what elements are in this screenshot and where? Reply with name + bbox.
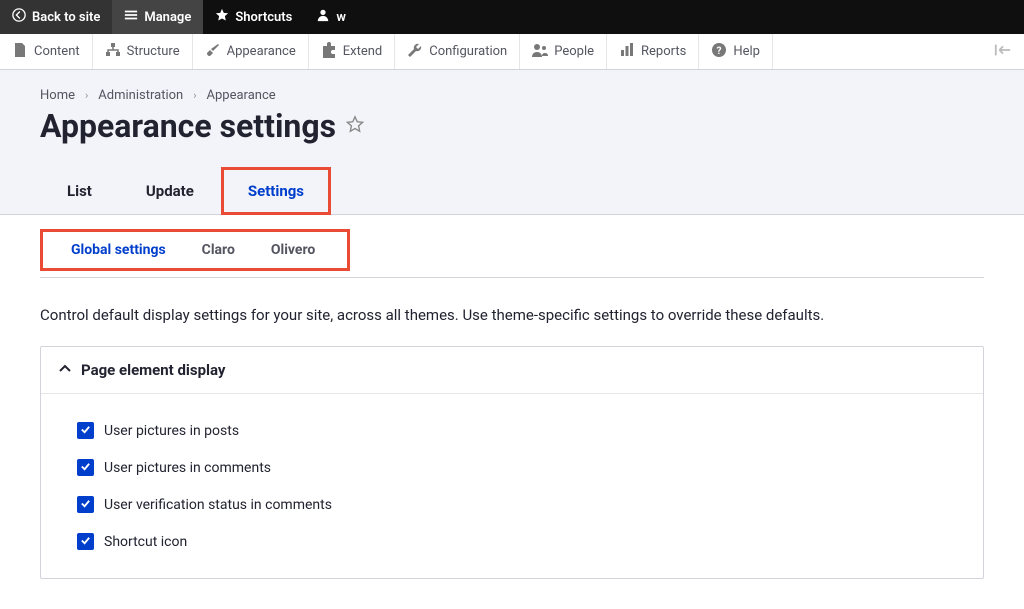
back-to-site-button[interactable]: Back to site [0, 0, 112, 34]
chevron-left-icon [12, 8, 26, 26]
adminbar-label: Extend [343, 44, 383, 59]
adminbar-label: Reports [641, 44, 686, 59]
page-header: Home › Administration › Appearance Appea… [0, 70, 1024, 215]
checkmark-icon [80, 534, 91, 550]
tab-list[interactable]: List [40, 167, 119, 215]
chart-icon [619, 42, 635, 62]
breadcrumb-separator: › [85, 89, 88, 102]
user-menu-button[interactable]: w [304, 0, 358, 34]
checkbox-user-verification[interactable] [77, 496, 94, 513]
user-icon [316, 8, 330, 26]
tab-update[interactable]: Update [119, 167, 221, 215]
check-row: User pictures in comments [77, 449, 965, 486]
back-to-site-label: Back to site [32, 10, 100, 25]
content: Global settings Claro Olivero Control de… [0, 215, 1024, 609]
arrow-left-bar-icon [994, 42, 1012, 62]
adminbar-item-content[interactable]: Content [0, 34, 93, 69]
topbar: Back to site Manage Shortcuts w [0, 0, 1024, 34]
hamburger-icon [124, 8, 138, 26]
toolbar-orientation-toggle[interactable] [988, 34, 1018, 69]
puzzle-icon [321, 42, 337, 62]
adminbar-item-reports[interactable]: Reports [607, 34, 699, 69]
people-icon [532, 42, 548, 62]
shortcuts-button[interactable]: Shortcuts [203, 0, 304, 34]
help-icon: ? [711, 42, 727, 62]
secondary-tabs: Global settings Claro Olivero [40, 229, 350, 271]
manage-button[interactable]: Manage [112, 0, 203, 34]
user-label: w [336, 10, 346, 25]
svg-text:?: ? [717, 46, 722, 57]
check-row: Shortcut icon [77, 523, 965, 560]
checkbox-user-pictures-comments[interactable] [77, 459, 94, 476]
details-body: User pictures in posts User pictures in … [41, 394, 983, 578]
wrench-icon [407, 42, 423, 62]
page-element-display-panel: Page element display User pictures in po… [40, 346, 984, 579]
divider [40, 277, 984, 278]
adminbar-label: People [554, 44, 594, 59]
structure-icon [105, 42, 121, 62]
adminbar-item-appearance[interactable]: Appearance [193, 34, 309, 69]
adminbar-item-configuration[interactable]: Configuration [395, 34, 520, 69]
check-row: User pictures in posts [77, 412, 965, 449]
breadcrumb-separator: › [193, 89, 196, 102]
checkmark-icon [80, 460, 91, 476]
breadcrumb-appearance[interactable]: Appearance [207, 88, 276, 103]
check-label[interactable]: User pictures in comments [104, 460, 271, 476]
star-outline-icon [346, 121, 364, 137]
adminbar-label: Content [34, 44, 80, 59]
subtab-olivero[interactable]: Olivero [253, 238, 333, 262]
checkbox-shortcut-icon[interactable] [77, 533, 94, 550]
check-label[interactable]: User pictures in posts [104, 423, 239, 439]
check-label[interactable]: User verification status in comments [104, 497, 332, 513]
breadcrumb-administration[interactable]: Administration [98, 88, 183, 103]
adminbar: Content Structure Appearance Extend Conf… [0, 34, 1024, 70]
checkmark-icon [80, 423, 91, 439]
adminbar-label: Appearance [227, 44, 296, 59]
checkbox-user-pictures-posts[interactable] [77, 422, 94, 439]
subtab-global-settings[interactable]: Global settings [53, 238, 184, 262]
file-icon [12, 42, 28, 62]
checkmark-icon [80, 497, 91, 513]
adminbar-label: Help [733, 44, 760, 59]
adminbar-item-extend[interactable]: Extend [309, 34, 396, 69]
adminbar-label: Configuration [429, 44, 507, 59]
adminbar-item-people[interactable]: People [520, 34, 607, 69]
details-summary[interactable]: Page element display [41, 347, 983, 394]
add-shortcut-button[interactable] [346, 115, 364, 137]
details-summary-label: Page element display [81, 361, 226, 379]
chevron-up-icon [59, 361, 71, 379]
tab-settings[interactable]: Settings [221, 167, 331, 215]
check-row: User verification status in comments [77, 486, 965, 523]
subtab-claro[interactable]: Claro [184, 238, 253, 262]
adminbar-label: Structure [127, 44, 180, 59]
manage-label: Manage [144, 10, 191, 25]
primary-tabs: List Update Settings [40, 167, 984, 214]
intro-text: Control default display settings for you… [40, 306, 984, 324]
breadcrumb: Home › Administration › Appearance [40, 88, 984, 103]
adminbar-item-structure[interactable]: Structure [93, 34, 193, 69]
adminbar-item-help[interactable]: ? Help [699, 34, 773, 69]
star-icon [215, 8, 229, 26]
check-label[interactable]: Shortcut icon [104, 534, 187, 550]
breadcrumb-home[interactable]: Home [40, 88, 75, 103]
paintbrush-icon [205, 42, 221, 62]
page-title: Appearance settings [40, 107, 336, 145]
shortcuts-label: Shortcuts [235, 10, 292, 25]
